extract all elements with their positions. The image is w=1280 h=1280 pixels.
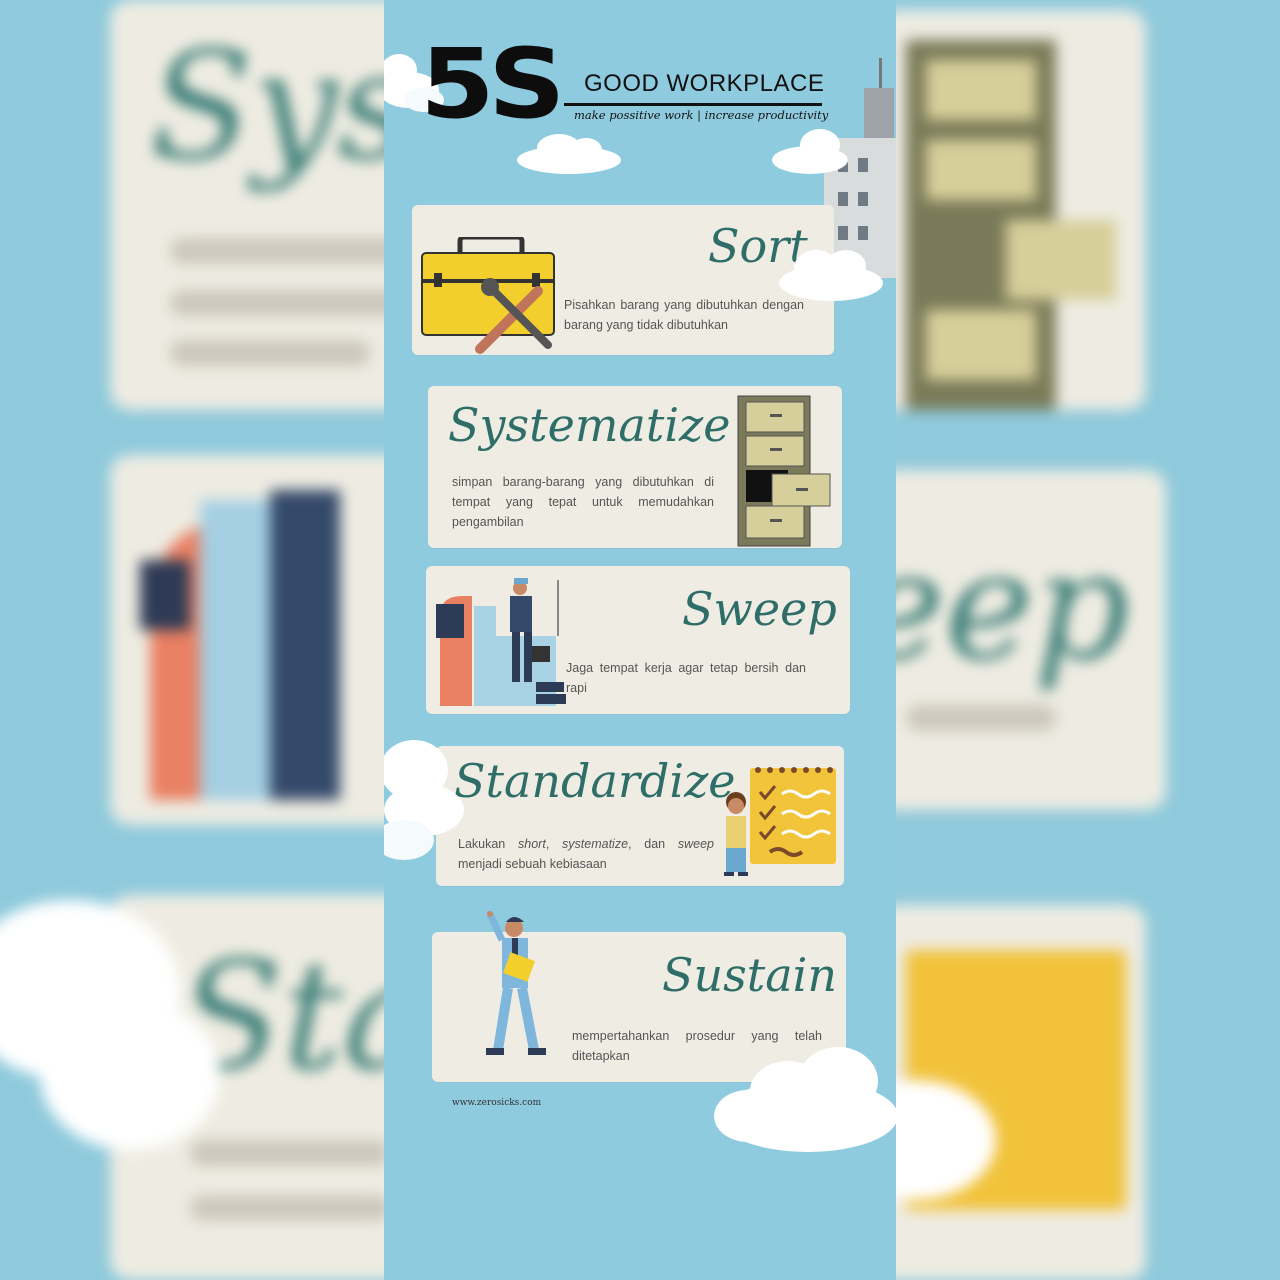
page-subtitle: GOOD WORKPLACE [584, 70, 825, 97]
card-title-standardize: Standardize [454, 754, 736, 808]
blurred-background-right: eep [896, 0, 1280, 1280]
infographic-panel: 5S GOOD WORKPLACE make possitive work | … [384, 0, 896, 1280]
card-standardize: Standardize Lakukan short, systematize, … [436, 746, 844, 886]
card-sort: Sort Pisahkan barang yang dibutuhkan den… [412, 205, 834, 355]
card-title-systematize: Systematize [448, 398, 731, 452]
card-sweep: Sweep Jaga tempat kerja agar tetap bersi… [426, 566, 850, 714]
checklist-icon [724, 767, 836, 876]
card-title-sweep: Sweep [682, 582, 837, 636]
cloud-icon [772, 129, 848, 174]
card-desc-sweep: Jaga tempat kerja agar tetap bersih dan … [566, 661, 806, 695]
cloud-icon [779, 250, 883, 301]
businessman-icon [486, 911, 546, 1055]
footer-website: www.zerosicks.com [452, 1098, 542, 1108]
filing-cabinet-icon [737, 395, 831, 547]
card-systematize: Systematize simpan barang-barang yang di… [428, 386, 842, 548]
blurred-background-left: Syst Star [0, 0, 384, 1280]
card-desc-systematize: simpan barang-barang yang dibutuhkan di … [452, 475, 714, 529]
page-title: 5S [420, 28, 566, 140]
card-desc-sort: Pisahkan barang yang dibutuhkan dengan b… [564, 298, 804, 332]
cloud-icon [384, 740, 464, 860]
title-divider [564, 103, 822, 106]
toolbox-icon [421, 237, 555, 354]
cloud-icon [714, 1047, 896, 1152]
card-desc-standardize: Lakukan short, systematize, dan sweep me… [458, 837, 715, 871]
worker-icon [436, 578, 566, 706]
card-title-sustain: Sustain [662, 948, 837, 1002]
